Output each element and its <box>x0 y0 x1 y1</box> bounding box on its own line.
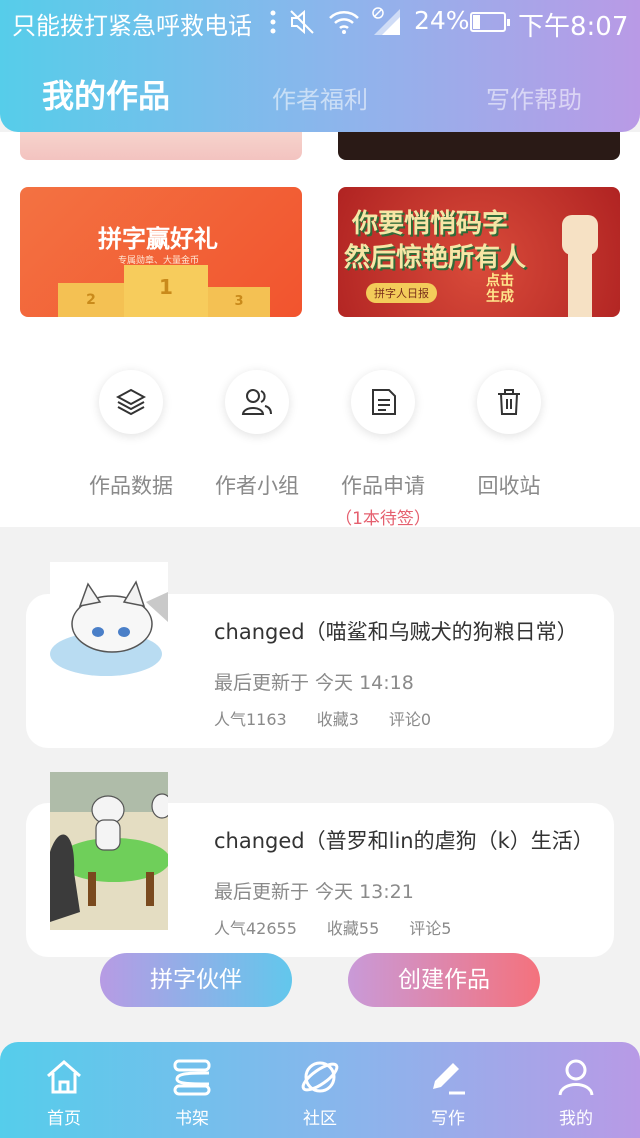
fist-icon <box>562 215 598 317</box>
status-bar: 只能拨打紧急呼救电话 24% 下午8:07 <box>0 0 640 44</box>
quick-action-author-group[interactable]: 作者小组 <box>194 370 320 500</box>
work-updated: 最后更新于 今天 14:18 <box>214 672 414 694</box>
work-cover-image[interactable] <box>50 772 168 930</box>
planet-icon <box>256 1056 384 1098</box>
more-vertical-icon <box>270 10 276 34</box>
nav-write[interactable]: 写作 <box>384 1056 512 1129</box>
document-icon <box>351 370 415 434</box>
podium-first: 1 <box>124 265 208 317</box>
nav-community[interactable]: 社区 <box>256 1056 384 1129</box>
nav-label: 社区 <box>303 1109 337 1129</box>
work-stats: 人气42655 收藏55 评论5 <box>214 915 451 939</box>
user-icon <box>512 1056 640 1098</box>
tab-bar: 我的作品 作者福利 写作帮助 <box>0 60 640 120</box>
group-icon <box>225 370 289 434</box>
quick-action-work-apply[interactable]: 作品申请 （1本待签） <box>320 370 446 529</box>
bookshelf-icon <box>128 1056 256 1098</box>
banner-qz-cta: 点击生成 <box>486 273 514 305</box>
home-icon <box>0 1056 128 1098</box>
mute-icon <box>290 9 314 35</box>
tab-author-benefits[interactable]: 作者福利 <box>272 80 368 115</box>
stat-popularity: 人气42655 <box>214 919 297 938</box>
header: 只能拨打紧急呼救电话 24% 下午8:07 我的作品 作者福利 写作帮助 <box>0 0 640 132</box>
nav-label: 我的 <box>559 1109 593 1129</box>
pending-sign-note: （1本待签） <box>335 509 431 529</box>
main-content: 拼字赢好礼 专属勋章、大量金币 2 1 3 你要悄悄码字 然后惊艳所有人 拼字人… <box>0 122 640 529</box>
pen-icon <box>384 1056 512 1098</box>
quick-action-label: 回收站 <box>477 474 541 498</box>
nav-profile[interactable]: 我的 <box>512 1056 640 1129</box>
work-title: changed（普罗和lin的虐狗（k）生活） <box>214 829 594 853</box>
wifi-icon <box>329 11 359 34</box>
quick-action-label: 作品申请 <box>341 474 425 498</box>
quick-action-work-data[interactable]: 作品数据 <box>68 370 194 500</box>
battery-percent: 24% <box>414 6 470 35</box>
trash-icon <box>477 370 541 434</box>
nav-home[interactable]: 首页 <box>0 1056 128 1129</box>
quick-action-recycle-bin[interactable]: 回收站 <box>446 370 572 500</box>
tab-my-works[interactable]: 我的作品 <box>42 71 170 117</box>
work-cover-image[interactable] <box>50 562 168 720</box>
carrier-text: 只能拨打紧急呼救电话 <box>12 12 252 40</box>
banner-qz-line2: 然后惊艳所有人 <box>344 243 527 273</box>
stat-favorites: 收藏55 <box>326 919 380 938</box>
nav-label: 写作 <box>431 1109 465 1129</box>
signal-icon <box>372 7 400 35</box>
stat-popularity: 人气1163 <box>214 710 287 729</box>
stat-favorites: 收藏3 <box>316 710 359 729</box>
tab-writing-help[interactable]: 写作帮助 <box>486 80 582 115</box>
work-stats: 人气1163 收藏3 评论0 <box>214 706 431 730</box>
bottom-nav: 首页 书架 社区 写作 我的 <box>0 1042 640 1138</box>
battery-icon <box>470 12 510 32</box>
quick-action-label: 作者小组 <box>215 474 299 498</box>
layers-icon <box>99 370 163 434</box>
nav-label: 首页 <box>47 1109 81 1129</box>
clock: 下午8:07 <box>518 12 629 42</box>
banner-quietly-code[interactable]: 你要悄悄码字 然后惊艳所有人 拼字人日报 点击生成 <box>338 187 620 317</box>
stat-comments: 评论5 <box>409 919 452 938</box>
banner-qz-tag: 拼字人日报 <box>366 283 437 303</box>
banner-pinzi-title: 拼字赢好礼 <box>98 225 218 253</box>
status-icons <box>270 4 402 40</box>
stat-comments: 评论0 <box>388 710 432 729</box>
work-updated: 最后更新于 今天 13:21 <box>214 881 414 903</box>
banner-pinzi-prize[interactable]: 拼字赢好礼 专属勋章、大量金币 2 1 3 <box>20 187 302 317</box>
podium-third: 3 <box>208 287 270 317</box>
banner-qz-line1: 你要悄悄码字 <box>352 209 509 239</box>
work-title: changed（喵鲨和乌贼犬的狗粮日常） <box>214 620 578 644</box>
nav-label: 书架 <box>175 1109 209 1129</box>
writing-partner-button[interactable]: 拼字伙伴 <box>100 953 292 1007</box>
podium-second: 2 <box>58 283 124 317</box>
nav-bookshelf[interactable]: 书架 <box>128 1056 256 1129</box>
quick-action-label: 作品数据 <box>89 474 173 498</box>
create-work-button[interactable]: 创建作品 <box>348 953 540 1007</box>
